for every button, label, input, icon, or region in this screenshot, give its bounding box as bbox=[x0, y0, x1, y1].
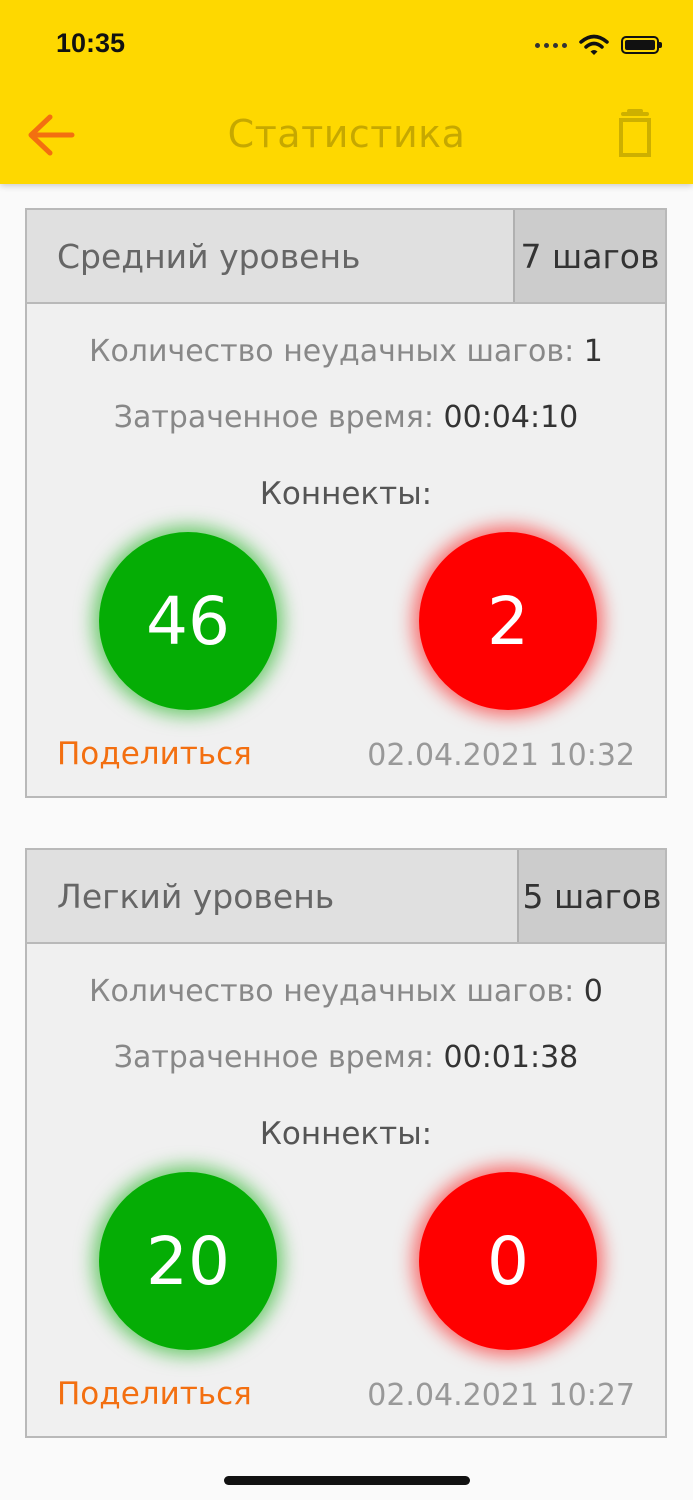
battery-icon bbox=[621, 36, 662, 54]
failed-steps-line: Количество неудачных шагов: 1 bbox=[27, 334, 665, 369]
result-date: 02.04.2021 10:32 bbox=[367, 738, 635, 773]
time-spent-label: Затраченное время: bbox=[113, 1040, 434, 1075]
status-time: 10:35 bbox=[56, 28, 126, 58]
level-name: Средний уровень bbox=[27, 210, 513, 302]
failed-steps-label: Количество неудачных шагов: bbox=[89, 974, 575, 1009]
app-bar: 10:35 Статистика bbox=[0, 0, 693, 184]
steps-count: 5 шагов bbox=[517, 850, 665, 942]
card-header: Легкий уровень 5 шагов bbox=[27, 850, 665, 944]
cellular-signal-icon bbox=[535, 42, 567, 48]
share-link[interactable]: Поделиться bbox=[57, 736, 252, 772]
time-spent-line: Затраченное время: 00:01:38 bbox=[27, 1040, 665, 1075]
page-title: Статистика bbox=[227, 112, 466, 156]
wifi-icon bbox=[579, 34, 609, 55]
delete-button[interactable] bbox=[613, 108, 657, 158]
good-connects-circle: 20 bbox=[99, 1172, 277, 1350]
failed-steps-line: Количество неудачных шагов: 0 bbox=[27, 974, 665, 1009]
time-spent-value: 00:04:10 bbox=[443, 400, 579, 435]
bad-connects-circle: 2 bbox=[419, 532, 597, 710]
time-spent-value: 00:01:38 bbox=[443, 1040, 579, 1075]
failed-steps-value: 1 bbox=[583, 334, 603, 369]
result-date: 02.04.2021 10:27 bbox=[367, 1378, 635, 1413]
status-icons bbox=[535, 30, 662, 60]
bad-connects-circle: 0 bbox=[419, 1172, 597, 1350]
level-name: Легкий уровень bbox=[27, 850, 517, 942]
connects-label: Коннекты: bbox=[259, 1116, 433, 1152]
stat-card: Средний уровень 7 шагов Количество неуда… bbox=[25, 208, 667, 798]
steps-count: 7 шагов bbox=[513, 210, 665, 302]
trash-icon bbox=[619, 109, 651, 157]
stat-card: Легкий уровень 5 шагов Количество неудач… bbox=[25, 848, 667, 1438]
connects-label: Коннекты: bbox=[259, 476, 433, 512]
time-spent-line: Затраченное время: 00:04:10 bbox=[27, 400, 665, 435]
failed-steps-value: 0 bbox=[583, 974, 603, 1009]
share-link[interactable]: Поделиться bbox=[57, 1376, 252, 1412]
time-spent-label: Затраченное время: bbox=[113, 400, 434, 435]
home-indicator bbox=[224, 1476, 470, 1485]
card-header: Средний уровень 7 шагов bbox=[27, 210, 665, 304]
good-connects-circle: 46 bbox=[99, 532, 277, 710]
failed-steps-label: Количество неудачных шагов: bbox=[89, 334, 575, 369]
